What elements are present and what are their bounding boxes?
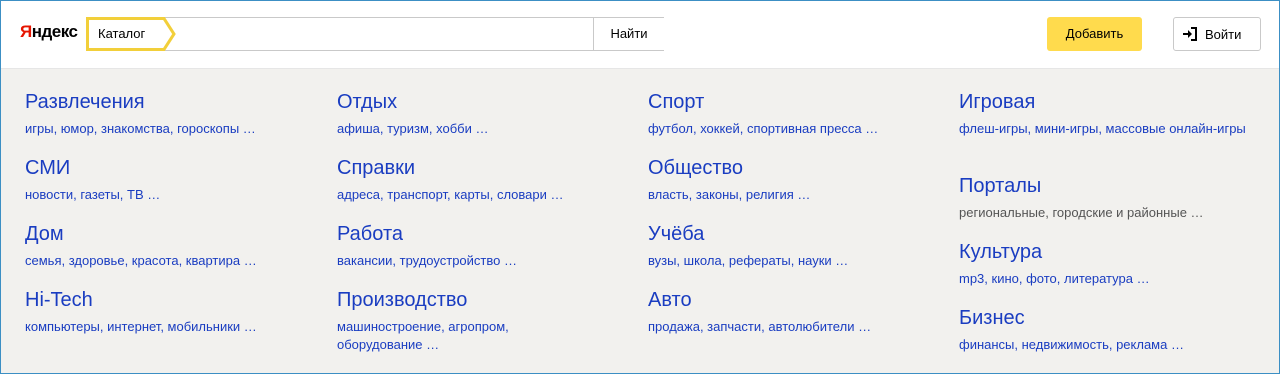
- category-subtitle[interactable]: машиностроение, агропром, оборудование …: [337, 318, 547, 354]
- login-arrow-icon: [1182, 27, 1198, 46]
- add-button[interactable]: Добавить: [1047, 17, 1142, 51]
- category-subtitle[interactable]: футбол, хоккей, спортивная пресса …: [648, 120, 938, 138]
- category-link[interactable]: Справки: [337, 157, 547, 179]
- category-item: Производство машиностроение, агропром, о…: [337, 289, 547, 354]
- category-link[interactable]: Учёба: [648, 223, 938, 245]
- category-item: Справки адреса, транспорт, карты, словар…: [337, 157, 564, 223]
- category-item: Бизнес финансы, недвижимость, реклама …: [959, 307, 1249, 354]
- category-link[interactable]: Спорт: [648, 91, 938, 113]
- category-item: Игровая флеш-игры, мини-игры, массовые о…: [959, 91, 1249, 175]
- category-subtitle[interactable]: игры, юмор, знакомства, гороскопы …: [25, 120, 315, 138]
- category-item: Культура mp3, кино, фото, литература …: [959, 241, 1249, 307]
- category-subtitle[interactable]: продажа, запчасти, автолюбители …: [648, 318, 938, 336]
- catalog-column-1: Развлечения игры, юмор, знакомства, горо…: [25, 91, 315, 336]
- search-bar: Каталог Найти: [86, 17, 678, 51]
- logo-first-letter: Я: [20, 22, 32, 41]
- find-button[interactable]: Найти: [593, 18, 664, 50]
- section-tag[interactable]: Каталог: [86, 17, 178, 51]
- category-item: Развлечения игры, юмор, знакомства, горо…: [25, 91, 315, 157]
- category-item: Отдых афиша, туризм, хобби …: [337, 91, 547, 157]
- category-item: СМИ новости, газеты, ТВ …: [25, 157, 315, 223]
- category-subtitle[interactable]: афиша, туризм, хобби …: [337, 120, 547, 138]
- category-subtitle[interactable]: новости, газеты, ТВ …: [25, 186, 315, 204]
- category-item: Дом семья, здоровье, красота, квартира …: [25, 223, 315, 289]
- category-link[interactable]: Отдых: [337, 91, 547, 113]
- logo-rest: ндекс: [31, 22, 78, 41]
- category-link[interactable]: Общество: [648, 157, 938, 179]
- category-subtitle[interactable]: региональные, городские и районные …: [959, 204, 1249, 222]
- category-subtitle[interactable]: финансы, недвижимость, реклама …: [959, 336, 1249, 354]
- category-link[interactable]: Hi-Tech: [25, 289, 315, 311]
- section-tag-label: Каталог: [98, 26, 146, 41]
- category-link[interactable]: Авто: [648, 289, 938, 311]
- category-subtitle[interactable]: адреса, транспорт, карты, словари …: [337, 186, 564, 204]
- category-link[interactable]: Производство: [337, 289, 547, 311]
- category-subtitle[interactable]: компьютеры, интернет, мобильники …: [25, 318, 315, 336]
- page-frame: Яндекс Каталог Найти Добавить Войти Разв…: [0, 0, 1280, 374]
- category-subtitle[interactable]: семья, здоровье, красота, квартира …: [25, 252, 315, 270]
- category-item: Авто продажа, запчасти, автолюбители …: [648, 289, 938, 336]
- category-item: Hi-Tech компьютеры, интернет, мобильники…: [25, 289, 315, 336]
- category-item: Учёба вузы, школа, рефераты, науки …: [648, 223, 938, 289]
- login-button[interactable]: Войти: [1173, 17, 1261, 51]
- header: Яндекс Каталог Найти Добавить Войти: [1, 1, 1279, 69]
- category-subtitle[interactable]: флеш-игры, мини-игры, массовые онлайн-иг…: [959, 120, 1249, 138]
- catalog-column-4: Игровая флеш-игры, мини-игры, массовые о…: [959, 91, 1249, 354]
- category-item: Спорт футбол, хоккей, спортивная пресса …: [648, 91, 938, 157]
- category-link[interactable]: Бизнес: [959, 307, 1249, 329]
- category-subtitle[interactable]: вузы, школа, рефераты, науки …: [648, 252, 938, 270]
- category-link[interactable]: Работа: [337, 223, 547, 245]
- category-link[interactable]: Игровая: [959, 91, 1249, 113]
- catalog-column-3: Спорт футбол, хоккей, спортивная пресса …: [648, 91, 938, 336]
- category-item: Работа вакансии, трудоустройство …: [337, 223, 547, 289]
- category-link[interactable]: Развлечения: [25, 91, 315, 113]
- category-link[interactable]: Дом: [25, 223, 315, 245]
- category-link[interactable]: Порталы: [959, 175, 1249, 197]
- category-subtitle[interactable]: mp3, кино, фото, литература …: [959, 270, 1249, 288]
- catalog-column-2: Отдых афиша, туризм, хобби … Справки адр…: [337, 91, 564, 354]
- login-label: Войти: [1205, 27, 1242, 42]
- yandex-logo[interactable]: Яндекс: [20, 22, 78, 42]
- category-item: Общество власть, законы, религия …: [648, 157, 938, 223]
- category-link[interactable]: Культура: [959, 241, 1249, 263]
- category-subtitle[interactable]: власть, законы, религия …: [648, 186, 938, 204]
- category-item: Порталы региональные, городские и районн…: [959, 175, 1249, 241]
- category-link[interactable]: СМИ: [25, 157, 315, 179]
- category-subtitle[interactable]: вакансии, трудоустройство …: [337, 252, 547, 270]
